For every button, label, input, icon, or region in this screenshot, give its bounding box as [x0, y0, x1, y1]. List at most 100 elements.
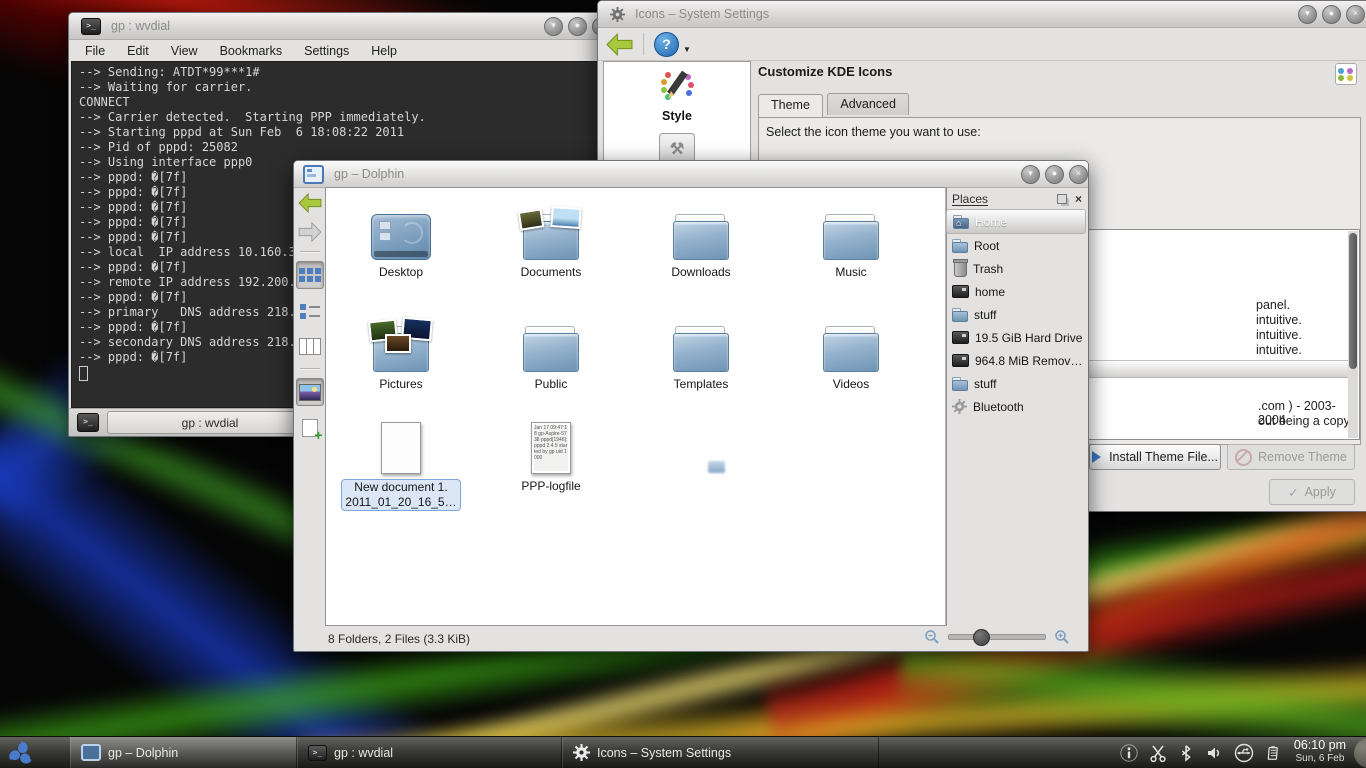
clock-date: Sun, 6 Feb [1294, 752, 1346, 765]
volume-icon[interactable] [1204, 743, 1224, 763]
usb-device-icon[interactable] [1233, 743, 1255, 763]
clock-time: 06:10 pm [1294, 739, 1346, 752]
place-stuff[interactable]: stuff [946, 303, 1086, 326]
menu-file[interactable]: File [85, 44, 105, 58]
place-home[interactable]: ⌂ Home [946, 209, 1086, 234]
gear-icon [573, 744, 590, 761]
apply-button[interactable]: ✓ Apply [1269, 479, 1355, 505]
back-button[interactable] [298, 193, 322, 213]
file-templates[interactable]: Templates [631, 314, 771, 391]
zoom-out-icon[interactable] [924, 629, 940, 645]
task-dolphin[interactable]: gp – Dolphin [70, 737, 297, 768]
file-new-document[interactable]: New document 1. 2011_01_20_16_5… [331, 416, 471, 511]
dolphin-file-view[interactable]: Desktop Documents Downloads Music [325, 187, 947, 626]
dolphin-titlebar[interactable]: gp – Dolphin ▾ ● × [294, 161, 1088, 188]
launcher-button[interactable] [0, 737, 42, 768]
info-icon[interactable] [1119, 743, 1139, 763]
bluetooth-gear-icon [952, 399, 967, 414]
place-hard-drive[interactable]: 19.5 GiB Hard Drive [946, 326, 1086, 349]
bluetooth-icon[interactable] [1177, 743, 1195, 763]
system-settings-titlebar[interactable]: Icons – System Settings ▾ ● × [598, 1, 1366, 28]
sidebar-item-style[interactable]: Style ⚒ [604, 62, 750, 165]
scrollbar-thumb[interactable] [1349, 233, 1357, 369]
terminal-icon: >_ [308, 745, 327, 761]
menu-settings[interactable]: Settings [304, 44, 349, 58]
chevron-down-icon[interactable]: ▼ [683, 45, 691, 54]
maximize-button[interactable]: ● [568, 17, 587, 36]
clock[interactable]: 06:10 pm Sun, 6 Feb [1288, 737, 1354, 768]
columns-view-button[interactable] [297, 333, 323, 359]
system-settings-title: Icons – System Settings [635, 7, 769, 21]
menu-bookmarks[interactable]: Bookmarks [220, 44, 283, 58]
minimize-button[interactable]: ▾ [1298, 5, 1317, 24]
menu-help[interactable]: Help [371, 44, 397, 58]
file-videos[interactable]: Videos [781, 314, 921, 391]
remove-icon [1235, 449, 1252, 466]
panel-toolbox-cashew[interactable] [1354, 738, 1366, 768]
klipper-scissors-icon[interactable] [1148, 743, 1168, 763]
close-button[interactable]: × [1069, 165, 1088, 184]
icons-view-button[interactable] [296, 261, 324, 289]
menu-edit[interactable]: Edit [127, 44, 149, 58]
place-removable[interactable]: 964.8 MiB Remov… [946, 349, 1086, 372]
place-bluetooth[interactable]: Bluetooth [946, 395, 1086, 418]
file-public[interactable]: Public [481, 314, 621, 391]
maximize-button[interactable]: ● [1322, 5, 1341, 24]
maximize-button[interactable]: ● [1045, 165, 1064, 184]
terminal-cursor [79, 366, 88, 381]
zoom-slider-thumb[interactable] [973, 629, 990, 646]
hard-drive-icon [952, 285, 969, 298]
konsole-titlebar[interactable]: >_ gp : wvdial ▾ ● × [69, 13, 621, 40]
konsole-title: gp : wvdial [111, 19, 170, 33]
battery-icon[interactable] [1264, 743, 1282, 763]
blank-document-icon [381, 422, 421, 474]
file-downloads[interactable]: Downloads [631, 202, 771, 279]
help-button[interactable]: ? [654, 32, 679, 57]
tab-advanced[interactable]: Advanced [827, 93, 909, 115]
back-button[interactable] [606, 33, 633, 56]
zoom-control [924, 629, 1070, 645]
split-view-button[interactable] [297, 415, 323, 441]
list-scrollbar[interactable] [1348, 231, 1358, 438]
zoom-in-icon[interactable] [1054, 629, 1070, 645]
trisquel-logo-icon [6, 739, 36, 767]
menu-view[interactable]: View [171, 44, 198, 58]
task-konsole[interactable]: >_ gp : wvdial [297, 737, 562, 768]
details-view-button[interactable] [297, 298, 323, 324]
icon-size-button[interactable] [1335, 63, 1357, 85]
place-stuff-2[interactable]: stuff [946, 372, 1086, 395]
dolphin-window: gp – Dolphin ▾ ● × ⌂ > Home Des [293, 160, 1089, 652]
file-ppp-logfile[interactable]: Jan 17 09:47:18 gp-Aspire-5738 pppd[1946… [481, 416, 621, 493]
separator [300, 368, 320, 369]
folder-icon [823, 214, 879, 260]
close-panel-icon[interactable]: × [1075, 192, 1082, 206]
file-desktop[interactable]: Desktop [331, 202, 471, 279]
forward-button[interactable] [298, 222, 322, 242]
file-documents[interactable]: Documents [481, 202, 621, 279]
preview-button[interactable] [296, 378, 324, 406]
tab-theme[interactable]: Theme [758, 94, 823, 117]
remove-theme-button[interactable]: Remove Theme [1227, 444, 1355, 470]
folder-icon [952, 308, 968, 321]
place-root[interactable]: Root [946, 234, 1086, 257]
settings-page-title: Customize KDE Icons [758, 63, 892, 81]
folder-icon [823, 326, 879, 372]
select-theme-label: Select the icon theme you want to use: [766, 125, 981, 139]
folder-icon [952, 239, 968, 252]
terminal-icon: >_ [81, 18, 101, 35]
install-theme-button[interactable]: Install Theme File... [1089, 444, 1221, 470]
minimize-button[interactable]: ▾ [544, 17, 563, 36]
close-button[interactable]: × [1346, 5, 1365, 24]
minimize-button[interactable]: ▾ [1021, 165, 1040, 184]
float-panel-icon[interactable] [1057, 194, 1067, 204]
konsole-tab[interactable]: gp : wvdial [107, 411, 313, 434]
taskbar: gp – Dolphin >_ gp : wvdial Icons – Syst… [0, 736, 1366, 768]
place-trash[interactable]: Trash [946, 257, 1086, 280]
place-home-partition[interactable]: home [946, 280, 1086, 303]
file-pictures[interactable]: Pictures [331, 314, 471, 391]
file-music[interactable]: Music [781, 202, 921, 279]
task-system-settings[interactable]: Icons – System Settings [562, 737, 879, 768]
zoom-slider[interactable] [948, 634, 1046, 640]
new-tab-button[interactable]: >_ [77, 413, 99, 432]
desktop-folder-icon [371, 214, 431, 260]
